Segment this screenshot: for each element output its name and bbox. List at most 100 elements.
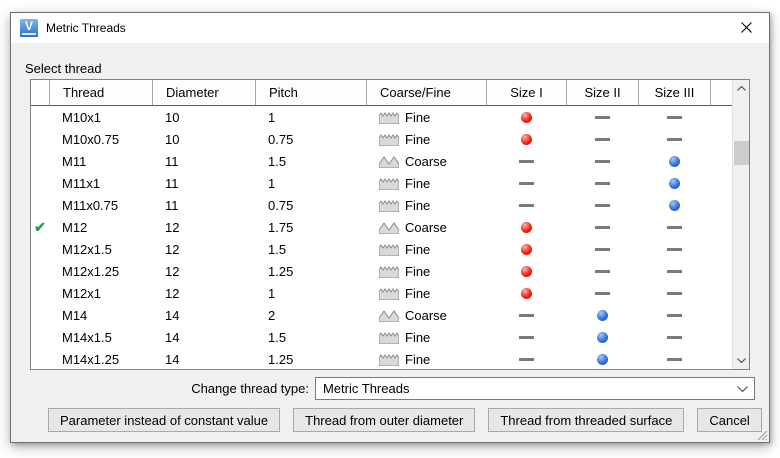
pitch-cell: 2 xyxy=(255,308,366,323)
diameter-cell: 14 xyxy=(152,308,255,323)
dash-indicator xyxy=(667,358,682,361)
app-icon-letter: V xyxy=(20,19,38,33)
column-header-diameter[interactable]: Diameter xyxy=(152,80,255,105)
dash-indicator xyxy=(667,138,682,141)
varicad-app-icon: V xyxy=(20,19,38,37)
titlebar[interactable]: V Metric Threads xyxy=(11,13,769,43)
pitch-cell: 1.5 xyxy=(255,330,366,345)
parameter-instead-of-constant-value-button[interactable]: Parameter instead of constant value xyxy=(48,408,280,432)
size-ii-cell xyxy=(566,204,638,207)
fine-thread-icon xyxy=(379,111,399,124)
blue-dot-indicator xyxy=(597,332,608,343)
size-i-cell xyxy=(486,112,566,123)
table-row[interactable]: M10x0.75100.75Fine xyxy=(31,128,732,150)
coarse-fine-cell: Fine xyxy=(366,110,486,125)
table-row[interactable]: M11111.5Coarse xyxy=(31,150,732,172)
dash-indicator xyxy=(519,314,534,317)
column-header-size-iii[interactable]: Size III xyxy=(638,80,710,105)
fine-thread-icon xyxy=(379,243,399,256)
scroll-down-button[interactable] xyxy=(733,352,750,369)
thread-cell: M10x0.75 xyxy=(49,132,152,147)
coarse-fine-cell: Coarse xyxy=(366,220,486,235)
dash-indicator xyxy=(519,336,534,339)
fine-thread-icon xyxy=(379,133,399,146)
table-row[interactable]: M12x1.25121.25Fine xyxy=(31,260,732,282)
row-selected-cell: ✔ xyxy=(31,220,49,234)
chevron-down-icon xyxy=(737,358,746,363)
red-dot-indicator xyxy=(521,112,532,123)
column-header-thread[interactable]: Thread xyxy=(49,80,152,105)
size-ii-cell xyxy=(566,138,638,141)
dash-indicator xyxy=(667,248,682,251)
table-row[interactable]: M14x1.5141.5Fine xyxy=(31,326,732,348)
thread-cell: M12x1.5 xyxy=(49,242,152,257)
dash-indicator xyxy=(667,270,682,273)
vertical-scrollbar[interactable] xyxy=(732,80,749,369)
column-header-coarse-fine[interactable]: Coarse/Fine xyxy=(366,80,486,105)
column-header-pitch[interactable]: Pitch xyxy=(255,80,366,105)
pitch-cell: 1 xyxy=(255,110,366,125)
fine-thread-icon xyxy=(379,199,399,212)
table-row[interactable]: M11x1111Fine xyxy=(31,172,732,194)
fine-thread-icon xyxy=(379,177,399,190)
close-button[interactable] xyxy=(724,13,769,42)
resize-grip-icon[interactable] xyxy=(755,428,767,440)
fine-thread-icon xyxy=(379,265,399,278)
column-header-size-ii[interactable]: Size II xyxy=(566,80,638,105)
pitch-cell: 1.75 xyxy=(255,220,366,235)
dash-indicator xyxy=(595,138,610,141)
thread-cell: M11x1 xyxy=(49,176,152,191)
fine-thread-icon xyxy=(379,331,399,344)
dash-indicator xyxy=(595,270,610,273)
table-row[interactable]: M14x1.25141.25Fine xyxy=(31,348,732,369)
coarse-fine-cell: Fine xyxy=(366,352,486,367)
pitch-cell: 0.75 xyxy=(255,198,366,213)
dash-indicator xyxy=(667,292,682,295)
red-dot-indicator xyxy=(521,266,532,277)
size-ii-cell xyxy=(566,116,638,119)
diameter-cell: 14 xyxy=(152,352,255,367)
scroll-up-button[interactable] xyxy=(733,80,750,97)
thread-from-outer-diameter-button[interactable]: Thread from outer diameter xyxy=(293,408,475,432)
size-iii-cell xyxy=(638,138,710,141)
cancel-button[interactable]: Cancel xyxy=(697,408,761,432)
pitch-cell: 1 xyxy=(255,176,366,191)
diameter-cell: 12 xyxy=(152,242,255,257)
table-row[interactable]: M11x0.75110.75 Fine xyxy=(31,194,732,216)
table-row[interactable]: M10x1101Fine xyxy=(31,106,732,128)
size-iii-cell xyxy=(638,226,710,229)
table-body: M10x1101FineM10x0.75100.75FineM11111.5Co… xyxy=(31,106,732,369)
size-i-cell xyxy=(486,288,566,299)
thread-from-threaded-surface-button[interactable]: Thread from threaded surface xyxy=(488,408,684,432)
diameter-cell: 10 xyxy=(152,110,255,125)
scrollbar-thumb[interactable] xyxy=(734,141,749,165)
thread-cell: M14 xyxy=(49,308,152,323)
table-row[interactable]: M12x1121Fine xyxy=(31,282,732,304)
thread-cell: M12x1.25 xyxy=(49,264,152,279)
thread-cell: M11 xyxy=(49,154,152,169)
column-header-select[interactable] xyxy=(31,80,49,105)
dash-indicator xyxy=(595,116,610,119)
coarse-thread-icon xyxy=(379,221,399,234)
combo-arrow-area[interactable] xyxy=(730,386,754,392)
table-row[interactable]: ✔M12121.75Coarse xyxy=(31,216,732,238)
thread-cell: M12x1 xyxy=(49,286,152,301)
red-dot-indicator xyxy=(521,134,532,145)
coarse-fine-cell: Fine xyxy=(366,132,486,147)
table-row[interactable]: M14142Coarse xyxy=(31,304,732,326)
size-iii-cell xyxy=(638,156,710,167)
size-ii-cell xyxy=(566,182,638,185)
table-row[interactable]: M12x1.5121.5Fine xyxy=(31,238,732,260)
column-header-size-i[interactable]: Size I xyxy=(486,80,566,105)
size-i-cell xyxy=(486,204,566,207)
dash-indicator xyxy=(667,336,682,339)
thread-type-combobox[interactable]: Metric Threads xyxy=(315,377,755,400)
coarse-fine-cell: Fine xyxy=(366,242,486,257)
thread-cell: M11x0.75 xyxy=(49,198,152,213)
dash-indicator xyxy=(667,314,682,317)
size-ii-cell xyxy=(566,310,638,321)
coarse-fine-label: Fine xyxy=(405,198,430,213)
size-iii-cell xyxy=(638,292,710,295)
diameter-cell: 11 xyxy=(152,198,255,213)
pitch-cell: 1.25 xyxy=(255,264,366,279)
